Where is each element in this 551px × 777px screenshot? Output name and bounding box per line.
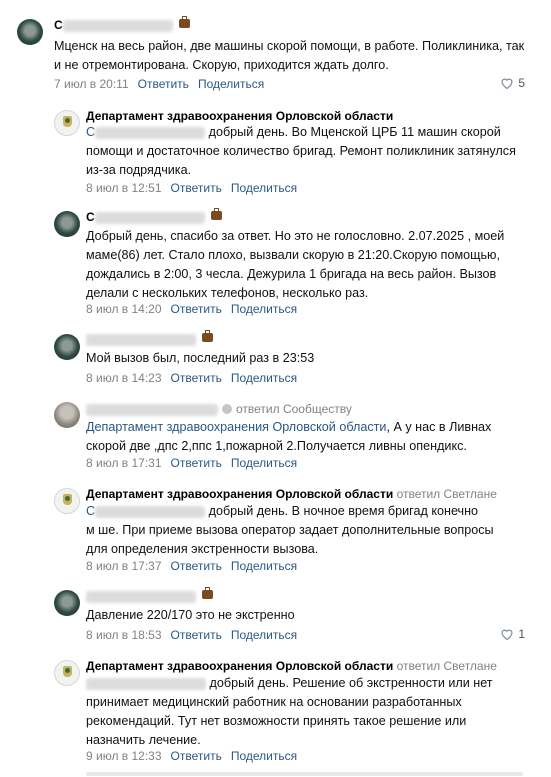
comment-author[interactable] (86, 330, 213, 347)
comment-text: Мценск на весь район, две машины скорой … (54, 39, 525, 72)
avatar[interactable] (17, 19, 43, 45)
comment-meta: 7 июл в 20:11 Ответить Поделиться (54, 77, 265, 91)
comment-meta: 9 июл в 12:33 Ответить Поделиться (86, 749, 298, 763)
share-link[interactable]: Поделиться (231, 628, 297, 642)
comment-meta: 8 июл в 17:31 Ответить Поделиться (86, 456, 298, 470)
avatar[interactable] (54, 334, 80, 360)
reply-link[interactable]: Ответить (171, 456, 222, 470)
share-link[interactable]: Поделиться (231, 371, 297, 385)
share-link[interactable]: Поделиться (231, 749, 297, 763)
avatar[interactable] (54, 110, 80, 136)
comment-text: Департамент здравоохранения Орловской об… (86, 420, 492, 453)
comment-meta: 8 июл в 14:23 Ответить Поделиться (86, 371, 298, 385)
reply-link[interactable]: Ответить (171, 749, 222, 763)
reply-link[interactable]: Ответить (171, 181, 222, 195)
share-link[interactable]: Поделиться (231, 456, 297, 470)
comment-author[interactable]: С (86, 208, 222, 225)
reply-link[interactable]: Ответить (138, 77, 189, 91)
reply-link[interactable]: Ответить (171, 371, 222, 385)
emblem-icon (63, 116, 72, 127)
briefcase-icon (202, 330, 213, 343)
comment-text: Добрый день, спасибо за ответ. Но это не… (86, 229, 505, 300)
comment-meta: 8 июл в 14:20 Ответить Поделиться (86, 302, 298, 316)
heart-icon (501, 629, 513, 640)
briefcase-icon (210, 208, 222, 221)
share-link[interactable]: Поделиться (231, 181, 297, 195)
avatar[interactable] (54, 590, 80, 616)
comment-author[interactable]: С (54, 16, 190, 33)
comment-author[interactable]: ответил Сообществу (86, 401, 352, 417)
comment-text: Давление 220/170 это не экстренно (86, 608, 295, 622)
heart-icon (501, 78, 513, 89)
emblem-icon (63, 666, 72, 677)
comment-author[interactable]: Департамент здравоохранения Орловской об… (86, 108, 393, 124)
reply-link[interactable]: Ответить (171, 628, 222, 642)
like-button[interactable]: 1 (500, 627, 525, 641)
comment-text: С добрый день. Во Мценской ЦРБ 11 машин … (86, 125, 516, 177)
like-button[interactable]: 5 (500, 76, 525, 90)
comment-meta: 8 июл в 12:51 Ответить Поделиться (86, 181, 298, 195)
share-link[interactable]: Поделиться (231, 559, 297, 573)
avatar[interactable] (54, 660, 80, 686)
reply-link[interactable]: Ответить (171, 302, 222, 316)
briefcase-icon (178, 16, 190, 29)
comment-author[interactable] (86, 587, 213, 604)
comment-divider (86, 772, 523, 776)
reply-link[interactable]: Ответить (171, 559, 222, 573)
emblem-icon (63, 494, 72, 505)
avatar[interactable] (54, 211, 80, 237)
comment-text: Мой вызов был, последний раз в 23:53 (86, 351, 315, 365)
comment-meta: 8 июл в 18:53 Ответить Поделиться (86, 628, 298, 642)
share-link[interactable]: Поделиться (231, 302, 297, 316)
comment-text: добрый день. Решение об экстренности или… (86, 676, 493, 747)
comment-meta: 8 июл в 17:37 Ответить Поделиться (86, 559, 298, 573)
comment-text: С добрый день. В ночное время бригад кон… (86, 504, 494, 556)
comment-author[interactable]: Департамент здравоохранения Орловской об… (86, 658, 497, 674)
share-link[interactable]: Поделиться (198, 77, 264, 91)
avatar[interactable] (54, 488, 80, 514)
briefcase-icon (202, 587, 213, 600)
avatar[interactable] (54, 402, 80, 428)
mention-link[interactable]: Департамент здравоохранения Орловской об… (86, 420, 386, 434)
check-icon (222, 403, 232, 414)
comment-author[interactable]: Департамент здравоохранения Орловской об… (86, 486, 497, 502)
